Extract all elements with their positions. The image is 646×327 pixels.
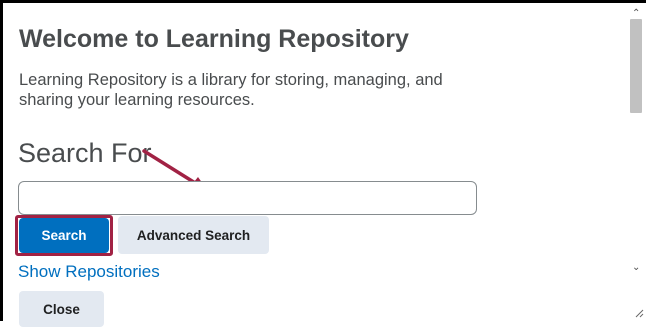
vertical-scrollbar[interactable]: ⌃ ⌄ [626, 3, 646, 321]
search-for-heading: Search For [18, 138, 152, 168]
resize-grip-icon[interactable] [634, 308, 644, 318]
chevron-up-icon[interactable]: ⌃ [632, 8, 640, 19]
dialog-title: Welcome to Learning Repository [19, 25, 409, 53]
advanced-search-button[interactable]: Advanced Search [118, 216, 269, 254]
close-button[interactable]: Close [19, 291, 104, 327]
search-input[interactable] [18, 181, 477, 215]
show-repositories-link[interactable]: Show Repositories [18, 262, 160, 282]
search-button[interactable]: Search [19, 218, 109, 253]
learning-repository-dialog: Welcome to Learning Repository Learning … [3, 3, 626, 327]
dialog-description: Learning Repository is a library for sto… [19, 71, 443, 109]
chevron-down-icon[interactable]: ⌄ [632, 262, 640, 273]
scrollbar-thumb[interactable] [630, 19, 642, 113]
